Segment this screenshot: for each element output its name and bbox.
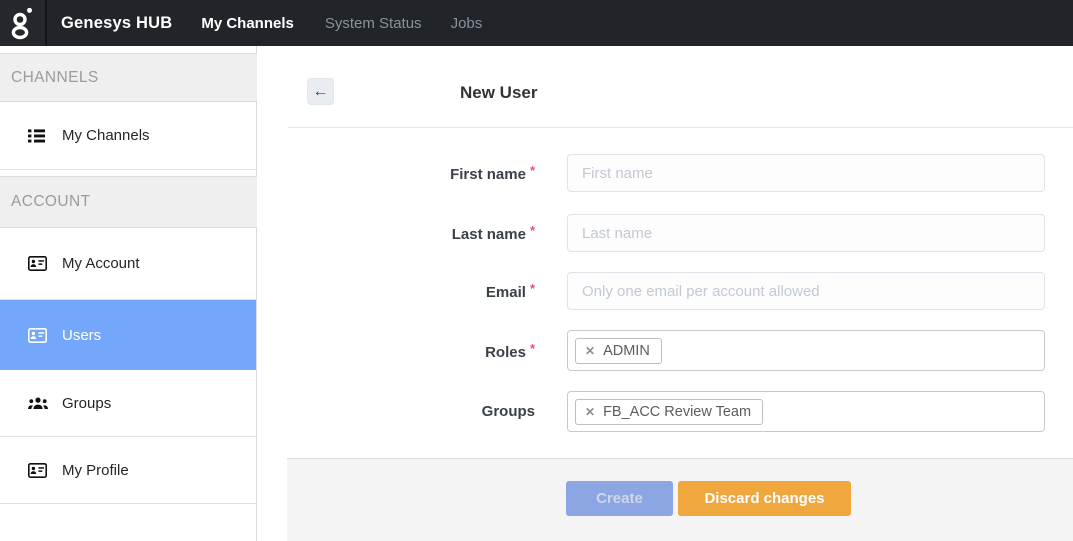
header-divider xyxy=(288,127,1073,128)
required-asterisk: * xyxy=(529,163,535,178)
sidebar-item-label: Users xyxy=(62,326,102,344)
remove-tag-icon[interactable]: ✕ xyxy=(585,406,595,418)
sidebar: CHANNELS My Channels ACCOUNT My Account … xyxy=(0,46,257,541)
form-row-first-name: First name * xyxy=(287,154,1053,192)
app-window: Genesys HUB My Channels System Status Jo… xyxy=(0,0,1073,541)
form-row-last-name: Last name * xyxy=(287,214,1053,252)
nav-system-status[interactable]: System Status xyxy=(325,15,422,32)
nav-my-channels[interactable]: My Channels xyxy=(201,15,294,32)
roles-label: Roles * xyxy=(485,340,535,361)
sidebar-item-my-profile[interactable]: My Profile xyxy=(0,437,256,504)
form-footer: Create Discard changes xyxy=(287,458,1073,541)
contact-card-icon xyxy=(28,327,48,343)
new-user-panel: ← New User First name* Last name* Email*… xyxy=(287,46,1073,541)
create-button[interactable]: Create xyxy=(566,481,673,516)
role-tag-admin: ✕ ADMIN xyxy=(575,337,662,364)
brand-title[interactable]: Genesys HUB xyxy=(61,14,172,33)
groups-multiselect[interactable]: ✕ FB_ACC Review Team xyxy=(567,391,1045,432)
sidebar-item-groups[interactable]: Groups xyxy=(0,370,256,437)
tag-label: FB_ACC Review Team xyxy=(603,403,752,420)
form-row-groups: Groups ✕ FB_ACC Review Team xyxy=(287,391,1053,432)
sidebar-item-label: My Account xyxy=(62,255,140,272)
back-arrow-icon: ← xyxy=(312,82,329,100)
genesys-logo[interactable] xyxy=(0,0,47,46)
contact-card-icon xyxy=(28,256,48,271)
last-name-field[interactable] xyxy=(567,214,1045,252)
top-navbar: Genesys HUB My Channels System Status Jo… xyxy=(0,0,1073,46)
roles-multiselect[interactable]: ✕ ADMIN xyxy=(567,330,1045,371)
required-asterisk: * xyxy=(529,281,535,296)
nav-jobs[interactable]: Jobs xyxy=(451,15,483,32)
form-row-roles: Roles * ✕ ADMIN xyxy=(287,330,1053,371)
genesys-g-icon xyxy=(10,7,35,40)
sidebar-item-my-account[interactable]: My Account xyxy=(0,228,256,300)
first-name-field[interactable] xyxy=(567,154,1045,192)
back-button[interactable]: ← xyxy=(307,78,334,105)
email-field[interactable] xyxy=(567,272,1045,310)
sidebar-section-channels: CHANNELS xyxy=(0,53,257,102)
remove-tag-icon[interactable]: ✕ xyxy=(585,345,595,357)
sidebar-item-label: My Channels xyxy=(62,127,150,144)
people-icon xyxy=(28,397,48,410)
group-tag-fb-acc-review-team: ✕ FB_ACC Review Team xyxy=(575,398,764,425)
page-title: New User xyxy=(460,83,538,102)
tag-label: ADMIN xyxy=(603,342,650,359)
discard-changes-button[interactable]: Discard changes xyxy=(678,481,851,516)
sidebar-section-account: ACCOUNT xyxy=(0,176,257,228)
email-label: Email * xyxy=(485,281,535,301)
sidebar-item-users[interactable]: Users xyxy=(0,300,256,370)
first-name-label: First name * xyxy=(450,163,535,183)
form-row-email: Email * xyxy=(287,272,1053,310)
contact-card-icon xyxy=(28,462,48,478)
required-asterisk: * xyxy=(529,340,535,356)
last-name-label: Last name * xyxy=(451,223,535,243)
groups-label: Groups xyxy=(481,403,535,420)
sidebar-item-label: My Profile xyxy=(62,461,129,479)
list-icon xyxy=(28,128,48,143)
sidebar-item-my-channels[interactable]: My Channels xyxy=(0,102,256,170)
required-asterisk: * xyxy=(529,223,535,238)
sidebar-item-label: Groups xyxy=(62,394,112,412)
